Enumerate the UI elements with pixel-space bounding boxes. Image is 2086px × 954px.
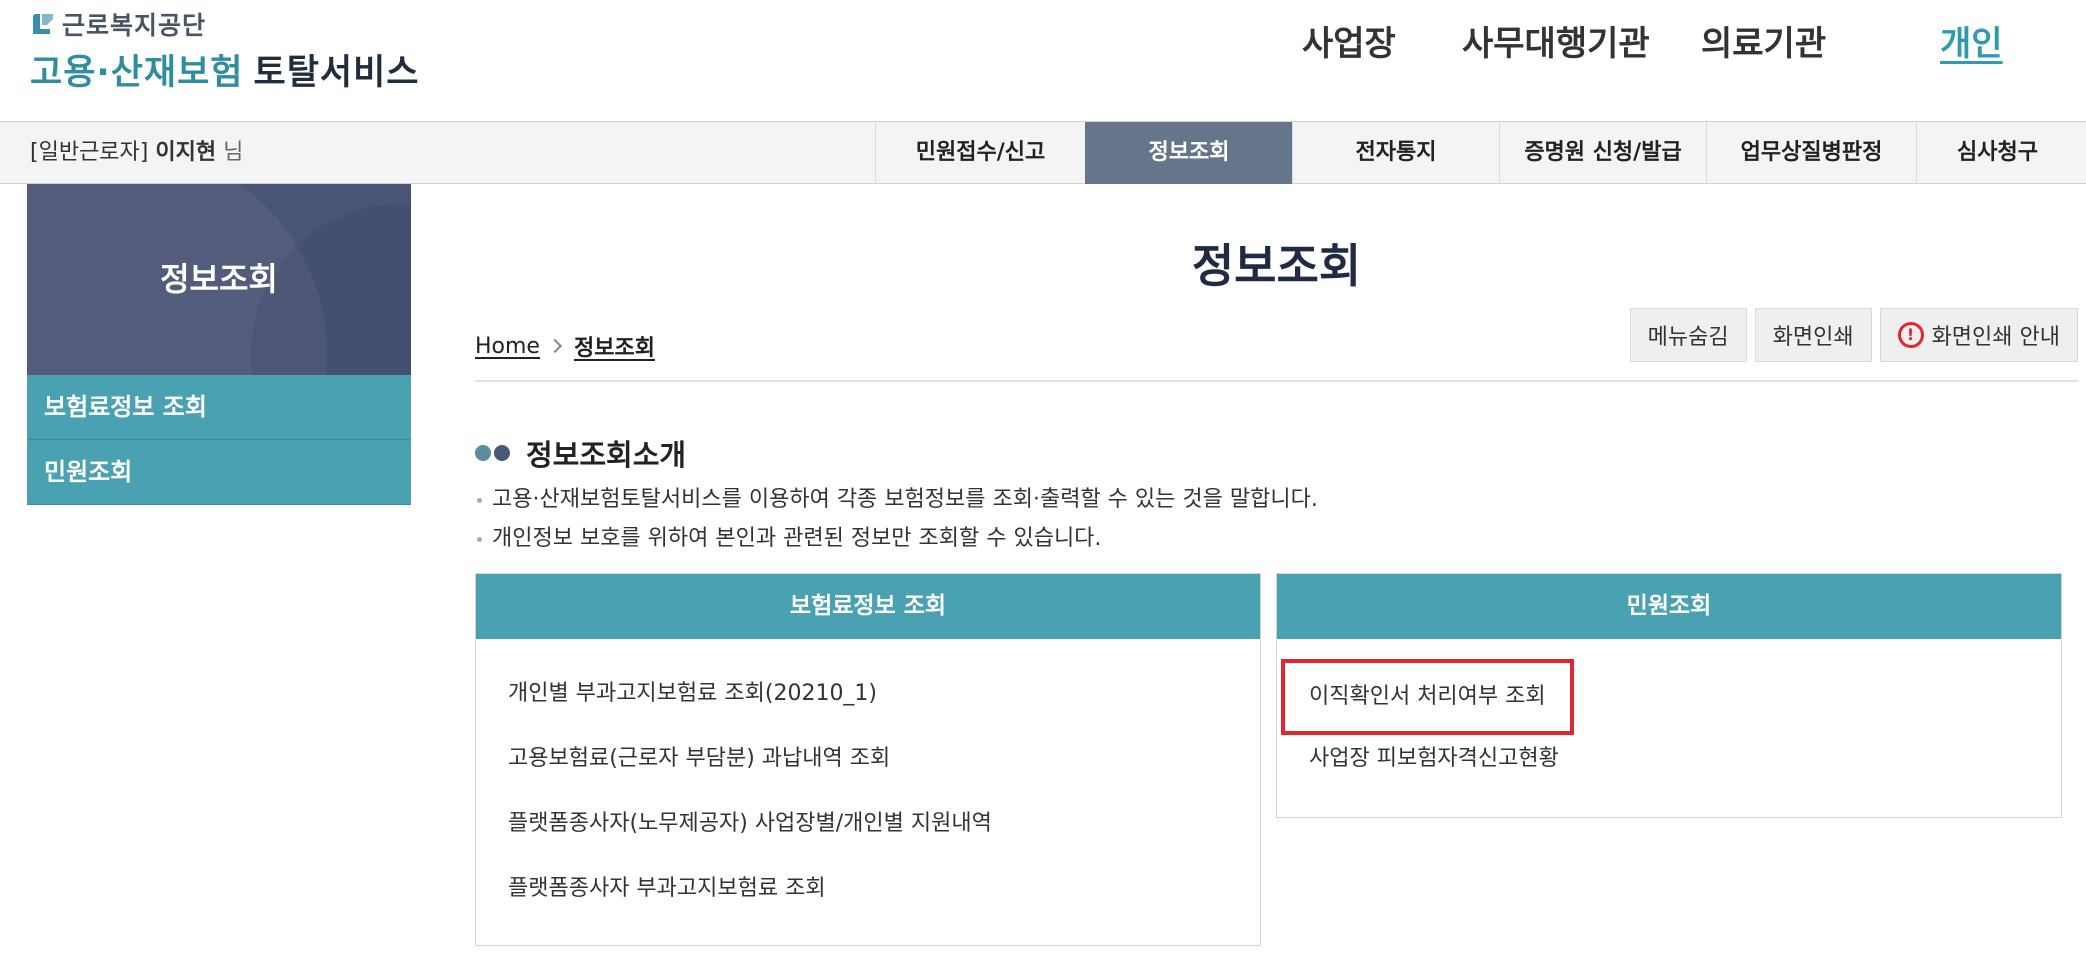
- link-insured-status-report-label: 사업장 피보험자격신고현황: [1309, 746, 1559, 771]
- logo-top-row: 근로복지공단: [30, 8, 420, 40]
- gnb-item-info-inquiry[interactable]: 정보조회: [1085, 122, 1292, 184]
- sidebar-item-premium-inquiry[interactable]: 보험료정보 조회: [27, 375, 411, 440]
- description-item: 개인정보 보호를 위하여 본인과 관련된 정보만 조회할 수 있습니다.: [475, 519, 1318, 558]
- gnb-item-review-request[interactable]: 심사청구: [1916, 122, 2086, 184]
- user-info: [일반근로자] 이지현 님: [30, 122, 243, 184]
- gnb-item-civil-application[interactable]: 민원접수/신고: [875, 122, 1085, 184]
- bullet-dot: [475, 445, 491, 461]
- link-individual-premium-label: 개인별 부과고지보험료 조회(20210_1): [508, 681, 878, 706]
- breadcrumb-current-link[interactable]: 정보조회: [574, 330, 655, 362]
- description-item: 고용·산재보험토탈서비스를 이용하여 각종 보험정보를 조회·출력할 수 있는 …: [475, 480, 1318, 519]
- link-platform-support[interactable]: 플랫폼종사자(노무제공자) 사업장별/개인별 지원내역: [508, 793, 1260, 858]
- bullet-dot: [494, 445, 510, 461]
- logo-service-name-a: 고용·산재보험: [30, 53, 244, 93]
- sidebar-item-civil-inquiry[interactable]: 민원조회: [27, 440, 411, 505]
- link-platform-support-label: 플랫폼종사자(노무제공자) 사업장별/개인별 지원내역: [508, 811, 992, 836]
- premium-inquiry-panel: 보험료정보 조회 개인별 부과고지보험료 조회(20210_1) 고용보험료(근…: [475, 573, 1261, 946]
- title-divider: [475, 380, 2078, 382]
- sidebar-title: 정보조회: [160, 260, 278, 298]
- page-tools: 메뉴숨김 화면인쇄 ! 화면인쇄 안내: [1629, 308, 2078, 362]
- print-guide-label: 화면인쇄 안내: [1931, 325, 2060, 350]
- link-individual-premium[interactable]: 개인별 부과고지보험료 조회(20210_1): [508, 663, 1260, 728]
- link-overpaid-premium-label: 고용보험료(근로자 부담분) 과납내역 조회: [508, 746, 891, 771]
- print-guide-button[interactable]: ! 화면인쇄 안내: [1879, 308, 2078, 362]
- link-separation-confirmation[interactable]: 이직확인서 처리여부 조회: [1281, 659, 2061, 735]
- breadcrumb: Home 정보조회: [475, 330, 655, 362]
- bullet-dots-icon: [475, 445, 510, 461]
- link-platform-premium[interactable]: 플랫폼종사자 부과고지보험료 조회: [508, 858, 1260, 923]
- civil-inquiry-panel-title: 민원조회: [1277, 574, 2061, 639]
- gnb-item-certificate[interactable]: 증명원 신청/발급: [1499, 122, 1706, 184]
- print-button[interactable]: 화면인쇄: [1754, 308, 1872, 362]
- link-platform-premium-label: 플랫폼종사자 부과고지보험료 조회: [508, 876, 826, 901]
- logo-service-name: 고용·산재보험 토탈서비스: [30, 44, 420, 95]
- top-menu-individual[interactable]: 개인: [1940, 16, 2003, 65]
- civil-inquiry-panel: 민원조회 이직확인서 처리여부 조회 사업장 피보험자격신고현황: [1276, 573, 2062, 818]
- page-title: 정보조회: [1191, 239, 1362, 293]
- user-name: 이지현: [155, 140, 217, 165]
- gnb-item-e-notice[interactable]: 전자통지: [1292, 122, 1499, 184]
- premium-inquiry-links: 개인별 부과고지보험료 조회(20210_1) 고용보험료(근로자 부담분) 과…: [476, 639, 1260, 923]
- section-title: 정보조회소개: [475, 432, 686, 474]
- sidebar-header: 정보조회: [27, 184, 411, 375]
- chevron-right-icon: [547, 338, 563, 354]
- civil-inquiry-links: 이직확인서 처리여부 조회 사업장 피보험자격신고현황: [1277, 639, 2061, 793]
- section-title-text: 정보조회소개: [526, 438, 687, 472]
- logo-mark-icon: [33, 14, 53, 34]
- link-separation-confirmation-label: 이직확인서 처리여부 조회: [1281, 659, 1574, 735]
- top-header: 근로복지공단 고용·산재보험 토탈서비스 사업장 사무대행기관 의료기관 개인: [0, 0, 2086, 122]
- breadcrumb-home-link[interactable]: Home: [475, 334, 540, 359]
- site-logo[interactable]: 근로복지공단 고용·산재보험 토탈서비스: [30, 8, 420, 95]
- description-list: 고용·산재보험토탈서비스를 이용하여 각종 보험정보를 조회·출력할 수 있는 …: [475, 480, 1318, 558]
- global-nav-bar: [일반근로자] 이지현 님 민원접수/신고 정보조회 전자통지 증명원 신청/발…: [0, 121, 2086, 184]
- user-honorific: 님: [223, 140, 244, 165]
- sidebar: 정보조회 보험료정보 조회 민원조회: [27, 184, 411, 505]
- logo-service-name-b: 토탈서비스: [253, 53, 420, 93]
- hide-menu-button[interactable]: 메뉴숨김: [1629, 308, 1747, 362]
- premium-inquiry-panel-title: 보험료정보 조회: [476, 574, 1260, 639]
- link-insured-status-report[interactable]: 사업장 피보험자격신고현황: [1309, 728, 2061, 793]
- user-type: [일반근로자]: [30, 140, 149, 165]
- warning-circle-icon: !: [1897, 322, 1924, 348]
- top-menu-agency[interactable]: 사무대행기관: [1462, 16, 1650, 65]
- top-menu-workplace[interactable]: 사업장: [1302, 16, 1396, 65]
- link-overpaid-premium[interactable]: 고용보험료(근로자 부담분) 과납내역 조회: [508, 728, 1260, 793]
- top-menu-medical[interactable]: 의료기관: [1701, 16, 1826, 65]
- logo-org-name: 근로복지공단: [62, 11, 207, 40]
- gnb-item-disease-judgment[interactable]: 업무상질병판정: [1706, 122, 1916, 184]
